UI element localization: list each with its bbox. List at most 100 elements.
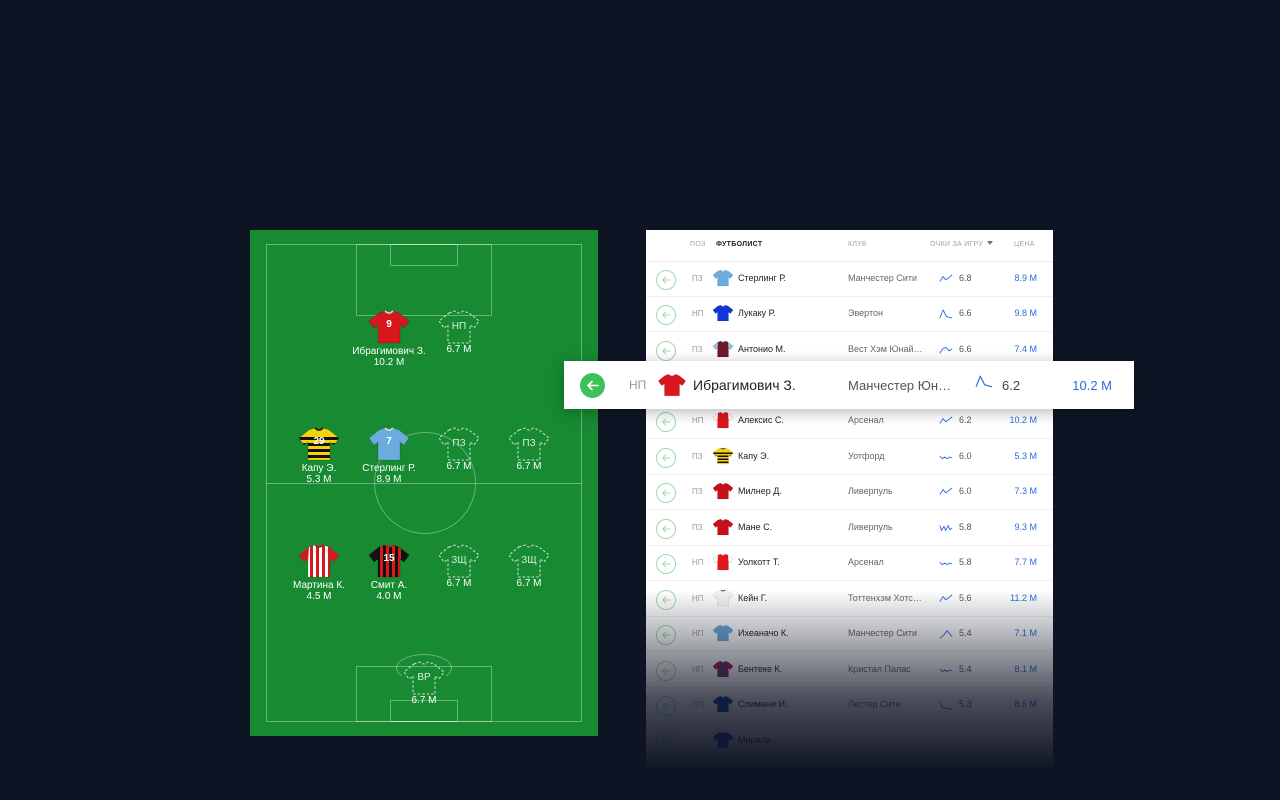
add-player-button[interactable] [580,373,605,398]
arrow-left-icon [662,276,671,284]
kit-shirt-icon: ПЗ [437,427,481,461]
row-club: Уотфорд [848,451,885,461]
add-player-button[interactable] [656,625,676,645]
pitch-player-name: Мартина К. [293,580,345,591]
row-price: 10.2 M [1009,415,1037,425]
header-price[interactable]: ЦЕНА [1014,241,1035,248]
table-row[interactable]: НП Алексис С. Арсенал 6.2 10.2 M [646,404,1053,439]
sort-desc-icon [987,241,994,245]
table-row[interactable]: ПЗ Стерлинг Р. Манчестер Сити 6.8 8.9 M [646,262,1053,297]
kit-shirt-icon [712,518,734,541]
header-points[interactable]: ОЧКИ ЗА ИГРУ [930,241,994,248]
pitch-player-price: 6.7 M [446,461,472,472]
add-player-button[interactable] [656,696,676,716]
row-points: 6.0 [959,451,972,461]
pitch-player-name: Смит А. [370,580,408,591]
row-price: 7.4 M [1014,344,1037,354]
row-points: 5.6 [959,593,972,603]
slot-position: ПЗ [452,438,466,449]
pitch-player-price: 8.9 M [376,474,402,485]
arrow-left-icon [662,489,671,497]
row-points: 6.0 [959,486,972,496]
row-player-name: Ибрагимович З. [693,377,796,393]
add-player-button[interactable] [656,661,676,681]
row-club: Арсенал [848,415,884,425]
football-pitch: 9 Ибрагимович З. 10.2 M НП 6.7 M 29 Капу Э. 5.… [250,230,598,736]
slot-position: ЗЩ [451,555,467,566]
pitch-player-price: 10.2 M [373,357,405,368]
header-pos[interactable]: ПОЗ [690,241,706,248]
table-row[interactable]: НП Уолкотт Т. Арсенал 5.8 7.7 M [646,546,1053,581]
kit-shirt-icon [712,553,734,576]
arrow-left-icon [662,454,671,462]
row-price: 8.9 M [1014,273,1037,283]
table-row[interactable]: НП Кейн Г. Тоттенхэм Хотспур 5.6 11.2 M [646,582,1053,617]
kit-shirt-icon: 7 [367,427,411,461]
row-price: 9.8 M [1014,308,1037,318]
add-player-button[interactable] [656,412,676,432]
row-price: 11.2 M [1010,593,1037,603]
pitch-player-price: 6.7 M [516,578,542,589]
add-player-button[interactable] [656,732,676,752]
kit-shirt-icon: ЗЩ [437,544,481,578]
row-club: Манчестер Юнайтед [848,378,958,393]
pitch-player-price: 4.0 M [376,591,402,602]
pitch-player-price: 4.5 M [306,591,332,602]
trend-sparkline-icon [939,556,953,574]
slot-position: ВР [417,672,431,683]
table-row[interactable]: ПЗ Капу Э. Уотфорд 6.0 5.3 M [646,440,1053,475]
row-points: 5.8 [959,557,972,567]
pitch-player-price: 6.7 M [446,344,472,355]
table-row[interactable]: НП Бентеке К. Кристал Палас 5.4 8.1 M [646,653,1053,688]
row-player-name: Антонио М. [738,344,786,354]
add-player-button[interactable] [656,448,676,468]
row-position: ПЗ [692,487,703,496]
row-club: Манчестер Сити [848,273,917,283]
empty-slot[interactable]: ЗЩ 6.7 M [484,544,574,589]
add-player-button[interactable] [656,519,676,539]
shirt-number: 9 [386,319,392,330]
arrow-left-icon [662,525,671,533]
row-price: 9.3 M [1014,522,1037,532]
header-club[interactable]: КЛУБ [848,241,867,248]
kit-shirt-icon [712,482,734,505]
table-row[interactable]: ПЗ Милнер Д. Ливерпуль 6.0 7.3 M [646,475,1053,510]
row-player-name: Милнер Д. [738,486,782,496]
row-position: ПЗ [692,274,703,283]
kit-shirt-icon [657,373,687,402]
table-row[interactable]: ПЗ Мане С. Ливерпуль 5.8 9.3 M [646,511,1053,546]
row-position: НП [692,594,704,603]
row-price: 5.3 M [1014,451,1037,461]
kit-shirt-icon [712,304,734,327]
add-player-button[interactable] [656,305,676,325]
kit-shirt-icon: ПЗ [507,427,551,461]
kit-shirt-icon [712,589,734,612]
row-player-name: Мане С. [738,522,773,532]
kit-shirt-icon: 15 [367,544,411,578]
empty-slot[interactable]: ПЗ 6.7 M [484,427,574,472]
row-club: Кристал Палас [848,664,911,674]
add-player-button[interactable] [656,483,676,503]
arrow-left-icon [662,738,671,746]
kit-shirt-icon: 9 [367,310,411,344]
table-row[interactable]: Мирали... [646,724,1053,759]
row-points: 6.6 [959,344,972,354]
add-player-button[interactable] [656,270,676,290]
kit-shirt-icon [297,544,341,578]
row-price: 7.7 M [1014,557,1037,567]
trend-sparkline-icon [939,521,953,539]
add-player-button[interactable] [656,554,676,574]
add-player-button[interactable] [656,590,676,610]
table-row[interactable]: НП Лукаку Р. Эвертон 6.6 9.8 M [646,297,1053,332]
empty-slot[interactable]: ВР 6.7 M [379,661,469,706]
add-player-button[interactable] [656,341,676,361]
table-row[interactable]: НП Слимани И. Лестер Сити 5.3 8.6 M [646,688,1053,723]
row-price: 8.6 M [1014,699,1037,709]
table-row[interactable]: НП Ихеаначо К. Манчестер Сити 5.4 7.1 M [646,617,1053,652]
header-player[interactable]: ФУТБОЛИСТ [716,241,762,248]
pitch-player-name: Капу Э. [301,463,337,474]
pitch-player-price: 6.7 M [411,695,437,706]
empty-slot[interactable]: НП 6.7 M [414,310,504,355]
trend-sparkline-icon [939,592,953,610]
highlighted-player-row[interactable]: НП Ибрагимович З. Манчестер Юнайтед 6.2 … [564,361,1134,409]
